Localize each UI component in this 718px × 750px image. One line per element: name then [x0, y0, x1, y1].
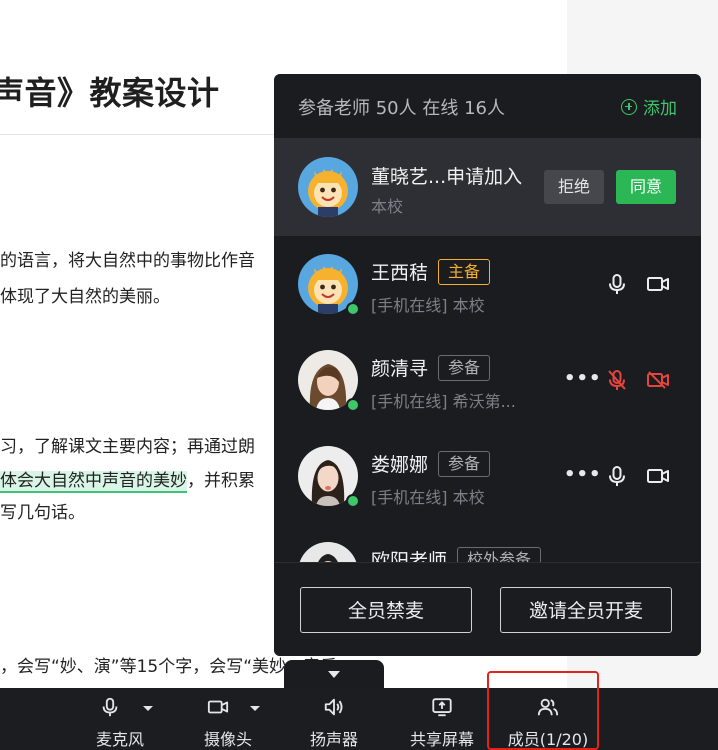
- panel-title: 参备老师 50人 在线 16人: [298, 98, 505, 119]
- member-name-line: 颜清寻 参备: [371, 354, 491, 381]
- speaker-button[interactable]: 扬声器: [294, 688, 374, 750]
- member-name-line: 王西秸 主备: [371, 258, 491, 285]
- member-panel: 参备老师 50人 在线 16人 添加 董晓艺...申请加入 本校 拒绝 同意 王…: [274, 74, 701, 656]
- role-tag: 参备: [438, 355, 491, 381]
- member-status: [手机在线] 本校: [371, 296, 485, 315]
- bottom-toolbar: 麦克风 摄像头 扬声器 共享屏幕 成员(1/20): [0, 688, 718, 750]
- more-options-icon[interactable]: •••: [564, 368, 602, 389]
- camera-icon[interactable]: [646, 272, 670, 296]
- member-row[interactable]: 王西秸 主备 [手机在线] 本校: [274, 236, 701, 332]
- share-screen-label: 共享屏幕: [409, 730, 474, 749]
- more-options-icon[interactable]: •••: [564, 464, 602, 485]
- speaker-icon: [324, 698, 343, 716]
- doc-text-line: 习，了解课文主要内容；再通过朗: [0, 437, 255, 457]
- requester-org: 本校: [371, 197, 404, 216]
- microphone-icon[interactable]: [605, 272, 629, 296]
- collapse-panel-tab[interactable]: [284, 660, 384, 688]
- online-status-dot: [346, 398, 360, 412]
- panel-header: 参备老师 50人 在线 16人 添加: [274, 74, 701, 138]
- member-name: 娄娜娜: [371, 454, 429, 476]
- requester-name: 董晓艺...申请加入: [371, 166, 523, 188]
- camera-icon[interactable]: [646, 464, 670, 488]
- add-label: 添加: [643, 99, 677, 119]
- share-screen-icon: [432, 698, 452, 717]
- chevron-down-icon[interactable]: [250, 706, 260, 711]
- role-tag: 主备: [438, 259, 491, 285]
- online-status-dot: [346, 302, 360, 316]
- microphone-button[interactable]: 麦克风: [80, 688, 160, 750]
- microphone-label: 麦克风: [95, 730, 144, 749]
- highlighted-text[interactable]: 体会大自然中声音的美妙: [0, 471, 187, 493]
- mute-all-button[interactable]: 全员禁麦: [300, 587, 472, 633]
- doc-text-line: 体会大自然中声音的美妙，并积累: [0, 466, 255, 493]
- camera-icon: [207, 700, 229, 714]
- reject-button[interactable]: 拒绝: [544, 170, 604, 204]
- camera-off-icon[interactable]: [646, 368, 670, 392]
- member-row[interactable]: 娄娜娜 参备 [手机在线] 本校 •••: [274, 428, 701, 524]
- camera-button[interactable]: 摄像头: [188, 688, 268, 750]
- microphone-muted-icon[interactable]: [605, 368, 629, 392]
- member-status: [手机在线] 希沃第...: [371, 392, 516, 411]
- members-highlight-box: [487, 671, 599, 750]
- camera-label: 摄像头: [203, 730, 252, 749]
- chevron-down-icon[interactable]: [143, 706, 153, 711]
- role-tag: 参备: [438, 451, 491, 477]
- speaker-label: 扬声器: [309, 730, 358, 749]
- add-member-button[interactable]: 添加: [621, 94, 677, 119]
- doc-text-line: 写几句话。: [0, 503, 85, 523]
- doc-text-fragment: ，并积累: [187, 471, 255, 491]
- online-status-dot: [346, 494, 360, 508]
- member-name-line: 娄娜娜 参备: [371, 450, 491, 477]
- panel-footer: 全员禁麦 邀请全员开麦: [274, 562, 701, 656]
- member-row[interactable]: 颜清寻 参备 [手机在线] 希沃第... •••: [274, 332, 701, 428]
- member-name: 颜清寻: [371, 358, 429, 380]
- share-screen-button[interactable]: 共享屏幕: [400, 688, 484, 750]
- doc-text-line: 体现了大自然的美丽。: [0, 287, 170, 307]
- document-title: 声音》教案设计: [0, 74, 220, 112]
- agree-button[interactable]: 同意: [616, 170, 676, 204]
- add-circle-icon: [621, 98, 637, 115]
- microphone-icon[interactable]: [605, 464, 629, 488]
- doc-text-line: 的语言，将大自然中的事物比作音: [0, 251, 255, 271]
- chevron-down-icon: [328, 671, 340, 678]
- member-name: 王西秸: [371, 262, 429, 284]
- microphone-icon: [102, 697, 118, 717]
- member-status: [手机在线] 本校: [371, 488, 485, 507]
- avatar: [298, 157, 358, 217]
- invite-all-unmute-button[interactable]: 邀请全员开麦: [500, 587, 672, 633]
